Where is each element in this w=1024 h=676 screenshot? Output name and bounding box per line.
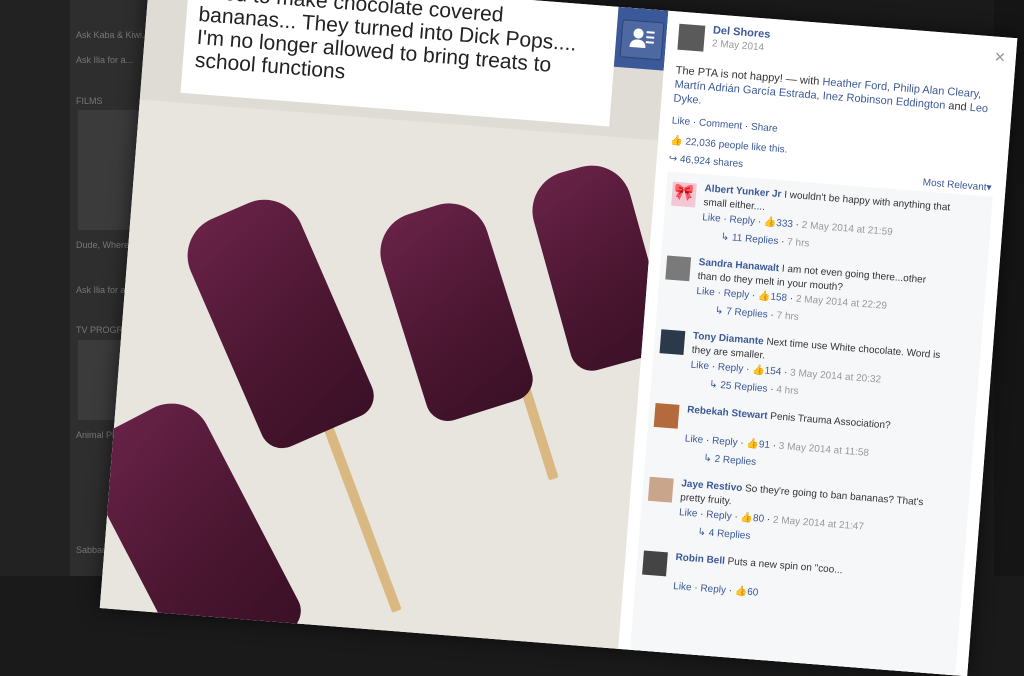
comment-link[interactable]: Comment — [699, 118, 743, 132]
commenter-avatar[interactable]: 🎀 — [671, 181, 697, 208]
comment-likes[interactable]: 60 — [747, 587, 759, 599]
reply-age: 7 hrs — [786, 236, 810, 250]
commenter-avatar[interactable] — [647, 476, 674, 503]
comment-text: Penis Trauma Association? — [769, 411, 891, 432]
background-text: FILMS — [76, 96, 103, 106]
tagged-people[interactable]: Heather Ford, Philip Alan Cleary, Martín… — [674, 76, 982, 112]
thumbs-up-icon: 👍 — [757, 290, 771, 303]
comment-reply[interactable]: Reply — [712, 436, 738, 449]
view-replies[interactable]: 2 Replies — [714, 454, 756, 468]
background-text: Ask Ilia for a... — [76, 55, 134, 65]
background-text: Ask Kaba & Kiwi... — [76, 30, 150, 40]
post-photo[interactable] — [99, 99, 669, 649]
shares-summary[interactable]: ↪ 46,924 shares — [668, 153, 743, 170]
chocolate-banana — [370, 193, 539, 427]
like-link[interactable]: Like — [671, 115, 690, 127]
replies-row: ↳ 25 Replies · 4 hrs — [708, 379, 799, 398]
comment-reply[interactable]: Reply — [700, 583, 726, 596]
pink-ribbon-icon: 🎀 — [673, 183, 695, 203]
thumbs-up-icon: 👍 — [763, 216, 777, 229]
comment-likes[interactable]: 154 — [764, 365, 781, 377]
comment-likes[interactable]: 333 — [776, 218, 793, 230]
comment-like[interactable]: Like — [690, 360, 709, 372]
reply-arrow-icon: ↳ — [714, 305, 724, 318]
photo-panel: Tried to make chocolate covered bananas.… — [99, 0, 669, 649]
comment-reply[interactable]: Reply — [706, 509, 732, 522]
commenter-name[interactable]: Robin Bell — [675, 552, 725, 567]
thumbs-up-icon: 👍 — [745, 438, 760, 451]
commenter-name[interactable]: Jaye Restivo — [681, 478, 743, 494]
replies-row: ↳ 4 Replies — [697, 527, 751, 542]
chocolate-banana — [174, 187, 381, 456]
share-link[interactable]: Share — [751, 122, 778, 135]
friend-requests-button[interactable] — [619, 19, 665, 61]
comment-likes[interactable]: 158 — [770, 292, 787, 304]
comment-reply[interactable]: Reply — [729, 214, 755, 227]
commenter-avatar[interactable] — [665, 255, 692, 282]
thumbs-up-icon: 👍 — [669, 135, 684, 148]
comment-like[interactable]: Like — [696, 286, 715, 298]
thumbs-up-icon: 👍 — [751, 364, 766, 377]
reply-arrow-icon: ↳ — [720, 231, 730, 244]
view-replies[interactable]: 4 Replies — [708, 528, 750, 542]
commenter-avatar[interactable] — [653, 403, 680, 429]
reply-arrow-icon: ↳ — [697, 526, 707, 539]
shares-count[interactable]: 46,924 shares — [679, 154, 743, 170]
likes-count[interactable]: 22,036 people like this. — [685, 137, 788, 156]
comment-reply[interactable]: Reply — [717, 362, 743, 375]
reply-arrow-icon: ↳ — [708, 379, 718, 391]
share-icon: ↪ — [668, 153, 678, 165]
view-replies[interactable]: 11 Replies — [732, 233, 779, 248]
view-replies[interactable]: 7 Replies — [726, 306, 768, 320]
author-avatar[interactable] — [677, 23, 706, 52]
reply-arrow-icon: ↳ — [702, 452, 713, 465]
thumbs-up-icon: 👍 — [740, 512, 754, 524]
chevron-down-icon: ▾ — [986, 182, 992, 194]
comment-like[interactable]: Like — [684, 433, 703, 445]
post-sidebar: Del Shores 2 May 2014 ✕ The PTA is not h… — [618, 10, 1018, 676]
comment-reply[interactable]: Reply — [723, 288, 749, 301]
friend-requests-icon — [628, 25, 656, 54]
thumbs-up-icon: 👍 — [734, 585, 748, 598]
comment-like[interactable]: Like — [673, 581, 692, 593]
likes-summary[interactable]: 👍 22,036 people like this. — [670, 135, 788, 155]
reply-age: 4 hrs — [775, 384, 799, 398]
comment-time[interactable]: 3 May 2014 at 11:58 — [778, 441, 869, 459]
comments-list: 🎀 Albert Yunker Jr I wouldn't be happy w… — [630, 171, 993, 676]
replies-row: ↳ 2 Replies — [703, 453, 757, 468]
caption-and: and — [947, 100, 968, 114]
comment-like[interactable]: Like — [679, 507, 698, 519]
comment-actions: Like · Reply · 👍60 — [672, 580, 759, 599]
post-date[interactable]: 2 May 2014 — [712, 38, 765, 53]
view-replies[interactable]: 25 Replies — [720, 380, 768, 395]
comment-likes[interactable]: 80 — [753, 513, 765, 525]
close-icon[interactable]: ✕ — [993, 49, 1006, 67]
sort-label: Most Relevant — [922, 177, 987, 194]
commenter-name[interactable]: Rebekah Stewart — [687, 405, 768, 422]
comment-text: Puts a new spin on "coo... — [727, 556, 843, 577]
post-actions: Like · Comment · Share — [671, 115, 779, 135]
comment-like[interactable]: Like — [702, 212, 721, 224]
reply-age: 7 hrs — [776, 310, 800, 323]
comment-likes[interactable]: 91 — [758, 439, 770, 451]
replies-row: ↳ 11 Replies · 7 hrs — [720, 231, 810, 250]
popsicle-stick — [315, 403, 402, 613]
commenter-avatar[interactable] — [659, 329, 686, 356]
photo-lightbox: Tried to make chocolate covered bananas.… — [99, 0, 1018, 676]
replies-row: ↳ 7 Replies · 7 hrs — [714, 305, 800, 323]
commenter-avatar[interactable] — [642, 550, 668, 577]
